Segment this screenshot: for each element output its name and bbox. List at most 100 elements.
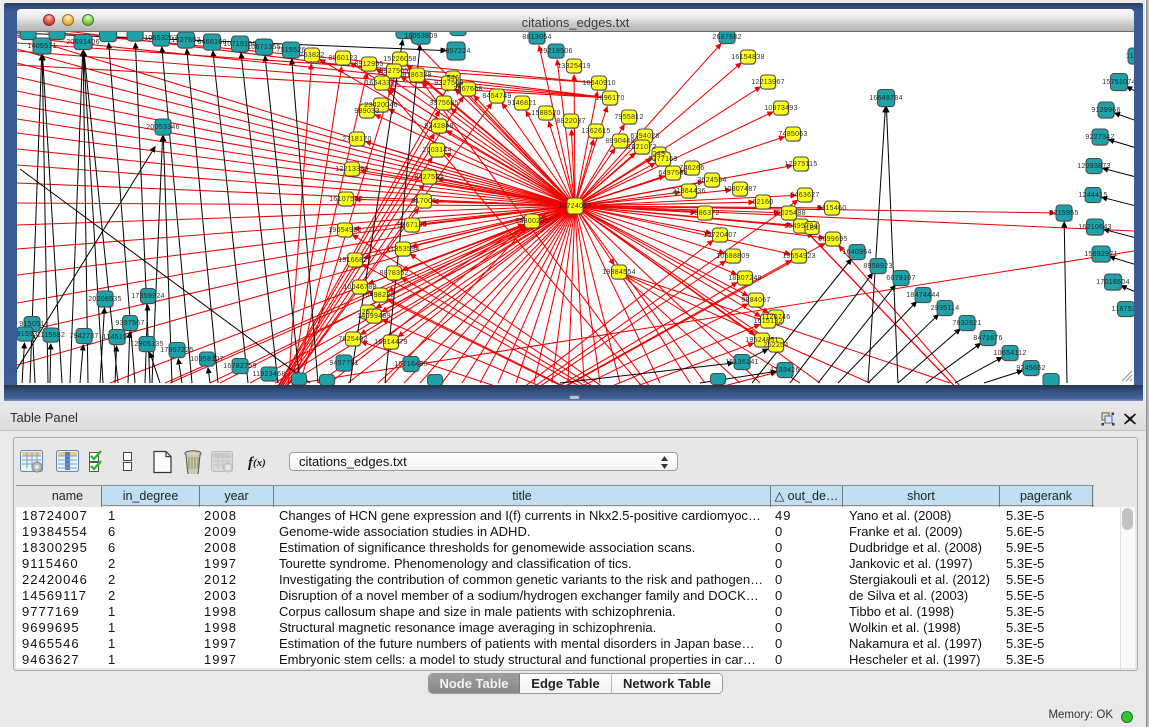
svg-text:7625402: 7625402 — [338, 336, 367, 343]
svg-text:8813054: 8813054 — [522, 34, 551, 41]
svg-text:252254: 252254 — [763, 342, 788, 349]
svg-text:1167533: 1167533 — [1112, 306, 1134, 313]
svg-text:16914479: 16914479 — [374, 339, 408, 346]
svg-text:20691406: 20691406 — [66, 39, 100, 46]
svg-text:16107552: 16107552 — [329, 196, 363, 203]
svg-text:25300285: 25300285 — [515, 218, 549, 225]
svg-text:18474444: 18474444 — [906, 292, 940, 299]
svg-text:15720407: 15720407 — [703, 232, 737, 239]
svg-text:7955812: 7955812 — [614, 114, 643, 121]
svg-text:21364436: 21364436 — [672, 188, 706, 195]
svg-text:917006: 917006 — [411, 198, 436, 205]
svg-text:6879197: 6879197 — [886, 275, 915, 282]
svg-text:7857224: 7857224 — [441, 48, 470, 55]
svg-text:3375685: 3375685 — [429, 100, 458, 107]
svg-text:8215955: 8215955 — [1049, 210, 1078, 217]
svg-text:9146821: 9146821 — [507, 100, 536, 107]
svg-text:7632621: 7632621 — [952, 320, 981, 327]
svg-text:9884067: 9884067 — [741, 297, 770, 304]
svg-text:915051: 915051 — [19, 321, 44, 328]
svg-text:2603144: 2603144 — [422, 147, 451, 154]
svg-text:8267130: 8267130 — [397, 222, 426, 229]
svg-text:14099489: 14099489 — [357, 313, 391, 320]
svg-text:10688809: 10688809 — [716, 253, 750, 260]
svg-text:12213389: 12213389 — [335, 166, 369, 173]
svg-text:10025488: 10025488 — [772, 210, 806, 217]
svg-text:9397567: 9397567 — [115, 320, 144, 327]
svg-text:2935114: 2935114 — [931, 305, 960, 312]
svg-text:10046788: 10046788 — [343, 284, 377, 291]
svg-text:1640954: 1640954 — [842, 249, 871, 256]
svg-text:391593: 391593 — [17, 331, 38, 338]
svg-text:10654112: 10654112 — [993, 350, 1026, 357]
svg-text:8822037: 8822037 — [556, 118, 585, 125]
svg-text:13325419: 13325419 — [557, 63, 591, 70]
svg-text:15692971: 15692971 — [1084, 251, 1118, 258]
svg-text:9777169: 9777169 — [648, 156, 677, 163]
svg-text:1615132: 1615132 — [753, 318, 782, 325]
svg-text:16543382: 16543382 — [365, 80, 399, 87]
svg-text:6794028: 6794028 — [630, 133, 659, 140]
svg-text:1405571: 1405571 — [27, 43, 56, 50]
svg-text:9463627: 9463627 — [790, 192, 819, 199]
svg-text:18724007: 18724007 — [558, 203, 592, 210]
svg-text:18807249: 18807249 — [728, 275, 762, 282]
svg-text:16782759: 16782759 — [223, 363, 257, 370]
svg-text:19218506: 19218506 — [539, 48, 573, 55]
svg-text:18640910: 18640910 — [582, 80, 616, 87]
svg-text:9245652: 9245652 — [1016, 365, 1045, 372]
svg-text:1362615: 1362615 — [581, 128, 610, 135]
svg-text:1527602: 1527602 — [171, 37, 200, 44]
svg-text:1115682: 1115682 — [37, 332, 65, 339]
svg-text:2718170: 2718170 — [342, 136, 371, 143]
svg-text:20053346: 20053346 — [146, 124, 180, 131]
svg-text:8878352: 8878352 — [379, 270, 408, 277]
svg-text:1588520: 1588520 — [531, 110, 560, 117]
svg-text:11125: 11125 — [1126, 53, 1134, 60]
svg-text:9227342: 9227342 — [1085, 134, 1114, 141]
svg-text:2687682: 2687682 — [712, 34, 741, 41]
svg-text:8186328: 8186328 — [402, 72, 431, 79]
svg-text:9129966: 9129966 — [1091, 107, 1120, 114]
svg-text:1145194: 1145194 — [103, 334, 132, 341]
svg-text:5498222: 5498222 — [365, 292, 394, 299]
svg-text:17957225: 17957225 — [160, 347, 194, 354]
svg-text:11353594: 11353594 — [386, 246, 419, 253]
svg-text:8660123: 8660123 — [328, 55, 357, 62]
svg-text:17359924: 17359924 — [131, 293, 165, 300]
svg-text:11923468: 11923468 — [252, 371, 285, 378]
svg-text:1621072: 1621072 — [627, 144, 656, 151]
svg-text:10973493: 10973493 — [764, 105, 798, 112]
svg-text:17016504: 17016504 — [1096, 279, 1130, 286]
svg-text:16648784: 16648784 — [869, 95, 903, 102]
svg-text:15751074: 15751074 — [1102, 79, 1134, 86]
svg-text:20206535: 20206535 — [88, 296, 122, 303]
svg-text:184: 184 — [806, 225, 819, 232]
svg-text:12213967: 12213967 — [751, 79, 785, 86]
svg-text:12093873: 12093873 — [1077, 163, 1111, 170]
svg-text:12905135: 12905135 — [130, 341, 164, 348]
svg-text:9242848: 9242848 — [424, 123, 453, 130]
svg-text:3624554: 3624554 — [697, 177, 726, 184]
svg-text:10958107: 10958107 — [190, 356, 224, 363]
svg-text:10807487: 10807487 — [723, 186, 757, 193]
svg-text:1696170: 1696170 — [595, 95, 624, 102]
svg-text:9115460: 9115460 — [818, 205, 847, 212]
svg-text:16154838: 16154838 — [731, 54, 765, 61]
svg-text:7386372: 7386372 — [690, 210, 719, 217]
svg-text:939033: 939033 — [354, 108, 379, 115]
svg-text:(x): (x) — [253, 457, 266, 469]
svg-text:8912955: 8912955 — [354, 61, 383, 68]
svg-text:19654923: 19654923 — [782, 253, 816, 260]
svg-text:8471676: 8471676 — [973, 335, 1002, 342]
svg-text:8427552: 8427552 — [414, 174, 443, 181]
svg-text:9457791: 9457791 — [329, 360, 358, 367]
svg-text:1244415: 1244415 — [1078, 192, 1107, 199]
svg-text:15716485: 15716485 — [394, 361, 428, 368]
svg-text:15226058: 15226058 — [383, 56, 417, 63]
svg-text:12975115: 12975115 — [784, 161, 817, 168]
svg-text:6497568: 6497568 — [658, 170, 687, 177]
svg-text:19166827: 19166827 — [338, 257, 372, 264]
svg-text:15136141: 15136141 — [725, 359, 759, 366]
svg-text:8454749: 8454749 — [482, 93, 511, 100]
